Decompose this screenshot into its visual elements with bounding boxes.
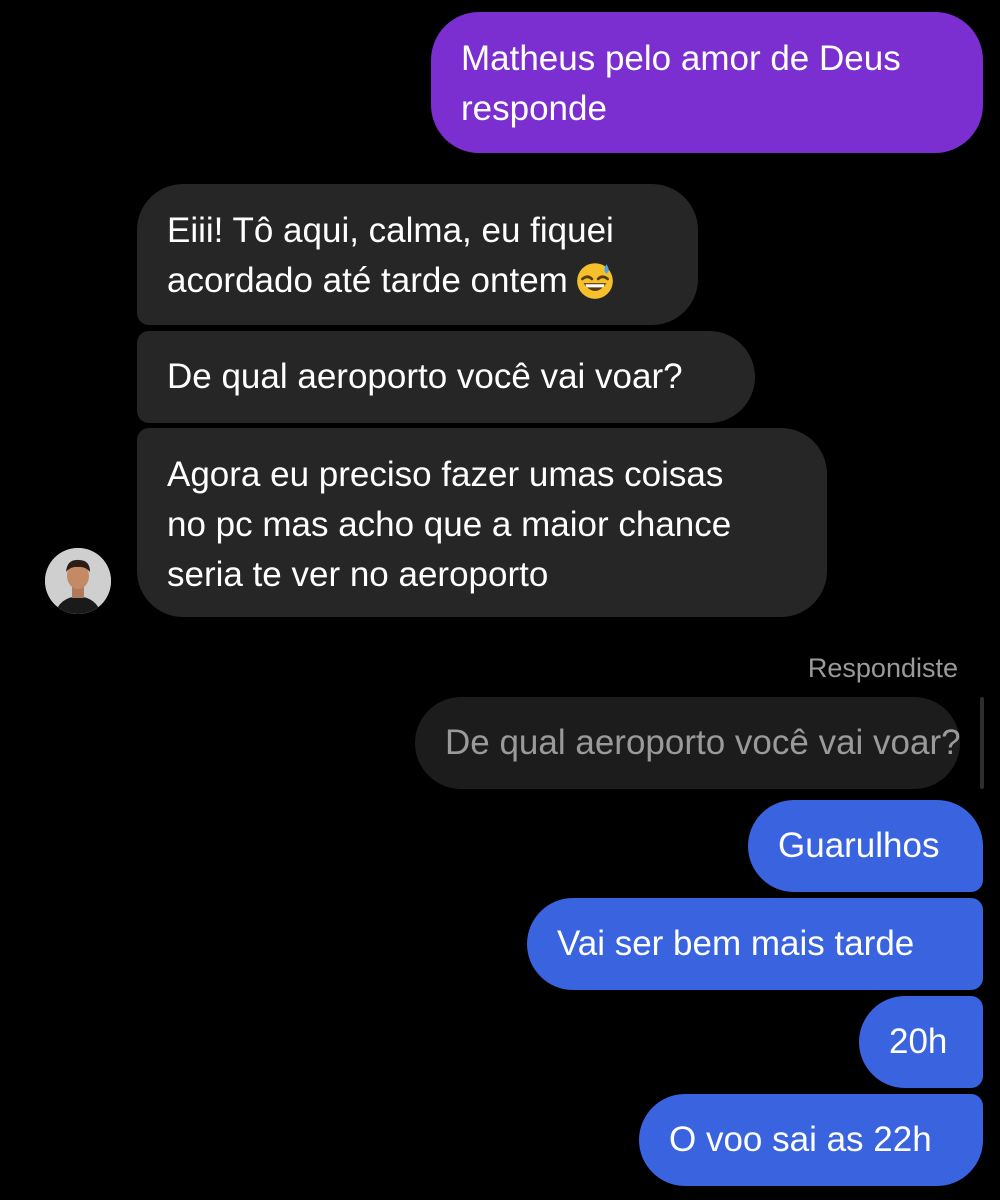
sent-message-bubble[interactable]: Matheus pelo amor de Deus responde [431,12,983,153]
sent-message-bubble[interactable]: Guarulhos [748,800,983,892]
sent-message-bubble[interactable]: 20h [859,996,983,1088]
message-text: De qual aeroporto você vai voar? [167,357,683,396]
message-line: Matheus pelo amor de Deus [461,39,901,78]
contact-avatar[interactable] [45,548,111,614]
message-line: no pc mas acho que a maior chance [167,505,732,544]
grinning-face-with-sweat-icon [576,262,613,299]
message-text: Guarulhos [778,826,940,865]
quoted-message-text: De qual aeroporto você vai voar? [445,723,961,762]
message-line: responde [461,89,607,128]
replied-label: Respondiste [807,653,958,683]
received-message-bubble[interactable]: Eiii! Tô aqui, calma, eu fiquei acordado… [137,184,698,325]
message-line: Agora eu preciso fazer umas coisas [167,455,724,494]
received-message-bubble[interactable]: De qual aeroporto você vai voar? [137,331,755,423]
message-line: seria te ver no aeroporto [167,555,549,594]
reply-indicator-bar [980,697,984,789]
message-line: acordado até tarde ontem [167,256,698,306]
message-text: 20h [889,1022,948,1061]
message-line: Eiii! Tô aqui, calma, eu fiquei [167,211,614,250]
person-photo-icon [45,548,111,614]
quoted-message-bubble[interactable]: De qual aeroporto você vai voar? [415,697,961,789]
received-message-bubble[interactable]: Agora eu preciso fazer umas coisas no pc… [137,428,827,617]
message-text: Vai ser bem mais tarde [557,924,915,963]
sent-message-bubble[interactable]: O voo sai as 22h [639,1094,983,1186]
sent-message-bubble[interactable]: Vai ser bem mais tarde [527,898,983,990]
message-text: O voo sai as 22h [669,1120,932,1159]
